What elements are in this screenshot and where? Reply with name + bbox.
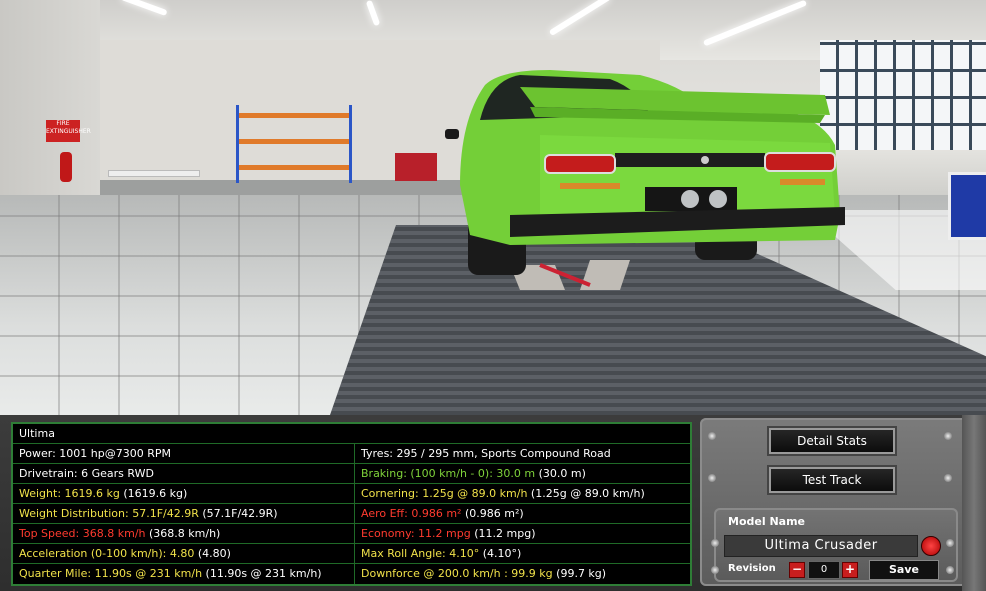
green-car-rear-view <box>445 70 845 290</box>
stats-row: Quarter Mile: 11.90s @ 231 km/h (11.90s … <box>13 564 690 584</box>
revision-value: 0 <box>808 561 840 579</box>
fire-extinguisher <box>60 152 72 182</box>
fire-extinguisher-sign: FIRE EXTINGUISHER <box>46 120 91 142</box>
right-indicator <box>780 179 825 185</box>
shelf-bar <box>239 165 349 170</box>
exhaust-tip <box>709 190 727 208</box>
red-crate <box>395 153 437 181</box>
stat-max-roll-angle: Max Roll Angle: 4.10° (4.10°) <box>361 547 522 560</box>
rivet-icon <box>711 566 719 574</box>
revision-plus-button[interactable]: + <box>842 562 858 578</box>
model-name-label: Model Name <box>728 515 805 528</box>
stat-economy: Economy: 11.2 mpg (11.2 mpg) <box>361 527 536 540</box>
garage-scene: FIRE EXTINGUISHER <box>0 0 986 415</box>
stat-power: Power: 1001 hp@7300 RPM <box>13 444 355 464</box>
stats-title-row: Ultima <box>13 424 690 444</box>
model-name-field[interactable]: Ultima Crusader <box>724 535 918 557</box>
stat-weight: Weight: 1619.6 kg (1619.6 kg) <box>13 484 355 504</box>
left-indicator <box>560 183 620 189</box>
rivet-icon <box>946 539 954 547</box>
rivet-icon <box>708 474 716 482</box>
shelf-bar <box>239 139 349 144</box>
side-mirror <box>445 129 459 139</box>
stat-downforce: Downforce @ 200.0 km/h : 99.9 kg (99.7 k… <box>361 567 607 580</box>
stat-quarter-mile: Quarter Mile: 11.90s @ 231 km/h (11.90s … <box>13 564 355 584</box>
left-wall <box>0 0 100 215</box>
stat-aero-eff: Aero Eff: 0.986 m² (0.986 m²) <box>361 507 524 520</box>
stat-drivetrain: Drivetrain: 6 Gears RWD <box>13 464 355 484</box>
stat-acceleration: Acceleration (0-100 km/h): 4.80 (4.80) <box>13 544 355 564</box>
car-stats-table: Ultima Power: 1001 hp@7300 RPM Tyres: 29… <box>11 422 692 586</box>
left-tail-light <box>544 154 616 174</box>
stats-row: Power: 1001 hp@7300 RPM Tyres: 295 / 295… <box>13 444 690 464</box>
stat-tyres: Tyres: 295 / 295 mm, Sports Compound Roa… <box>361 447 611 460</box>
stats-row: Top Speed: 368.8 km/h (368.8 km/h) Econo… <box>13 524 690 544</box>
rear-badge-strip <box>615 153 765 167</box>
workbench <box>108 170 200 177</box>
rivet-icon <box>944 432 952 440</box>
stat-weight-distribution: Weight Distribution: 57.1F/42.9R (57.1F/… <box>13 504 355 524</box>
car-model-title: Ultima <box>19 427 55 440</box>
blue-sign <box>948 172 986 240</box>
storage-shelf <box>236 105 352 183</box>
detail-stats-button[interactable]: Detail Stats <box>769 428 895 454</box>
revision-minus-button[interactable]: − <box>789 562 805 578</box>
shelf-bar <box>239 113 349 118</box>
stats-row: Weight Distribution: 57.1F/42.9R (57.1F/… <box>13 504 690 524</box>
right-tail-light <box>764 152 836 172</box>
exhaust-tip <box>681 190 699 208</box>
stat-top-speed: Top Speed: 368.8 km/h (368.8 km/h) <box>13 524 355 544</box>
stat-braking: Braking: (100 km/h - 0): 30.0 m (30.0 m) <box>361 467 586 480</box>
stats-row: Weight: 1619.6 kg (1619.6 kg) Cornering:… <box>13 484 690 504</box>
rivet-icon <box>946 566 954 574</box>
badge-icon <box>701 156 709 164</box>
stats-row: Drivetrain: 6 Gears RWD Braking: (100 km… <box>13 464 690 484</box>
rivet-icon <box>944 474 952 482</box>
stat-cornering: Cornering: 1.25g @ 89.0 km/h (1.25g @ 89… <box>361 487 645 500</box>
right-edge-strip <box>962 415 986 591</box>
test-track-button[interactable]: Test Track <box>769 467 895 493</box>
stats-row: Acceleration (0-100 km/h): 4.80 (4.80) M… <box>13 544 690 564</box>
rivet-icon <box>708 432 716 440</box>
revision-label: Revision <box>728 563 776 574</box>
save-button[interactable]: Save <box>869 560 939 580</box>
random-name-icon[interactable] <box>921 536 941 556</box>
rivet-icon <box>711 539 719 547</box>
